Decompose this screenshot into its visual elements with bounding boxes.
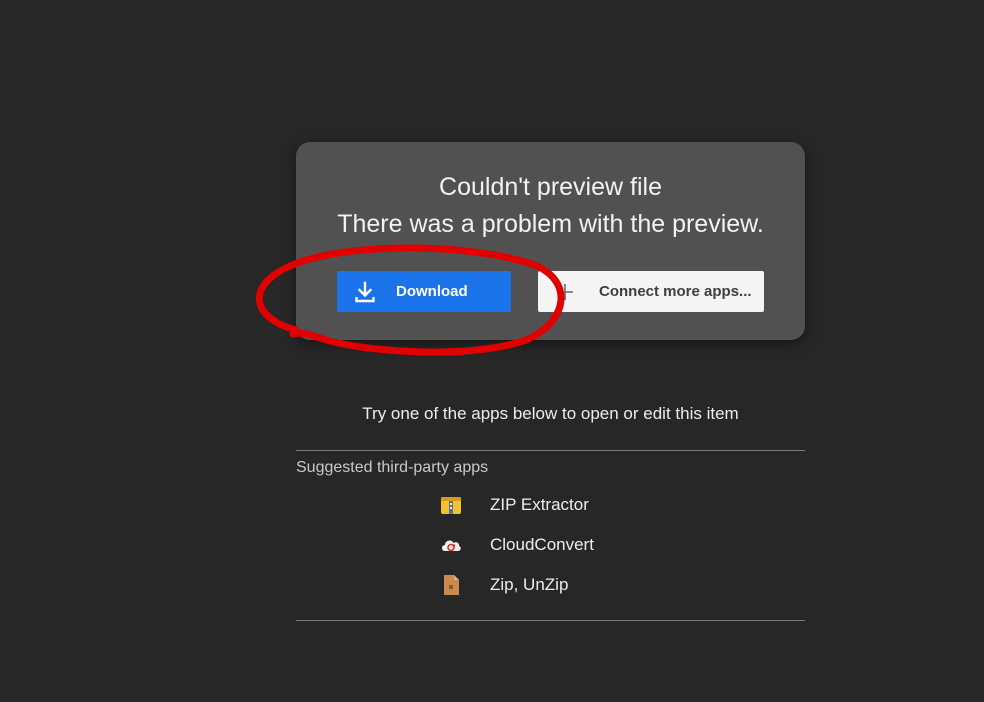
error-subtitle: There was a problem with the preview.: [337, 210, 764, 238]
app-item-zip-extractor[interactable]: ZIP Extractor: [438, 492, 698, 518]
connect-more-apps-label: Connect more apps...: [599, 283, 752, 300]
app-name: ZIP Extractor: [490, 495, 589, 514]
zip-extractor-icon: [441, 497, 461, 514]
plus-icon: [557, 284, 573, 300]
zip-unzip-icon: [444, 575, 459, 595]
divider: [296, 450, 805, 451]
app-name: CloudConvert: [490, 535, 594, 554]
divider: [296, 620, 805, 621]
download-button[interactable]: Download: [337, 271, 511, 312]
app-item-zip-unzip[interactable]: Zip, UnZip: [438, 572, 698, 598]
suggested-apps-heading: Suggested third-party apps: [296, 459, 489, 476]
download-button-label: Download: [396, 283, 468, 300]
error-title: Couldn't preview file: [439, 173, 662, 201]
preview-error-card: Couldn't preview file There was a proble…: [296, 142, 805, 340]
app-name: Zip, UnZip: [490, 575, 569, 594]
download-icon: [355, 281, 375, 303]
connect-more-apps-button[interactable]: Connect more apps...: [538, 271, 764, 312]
apps-prompt: Try one of the apps below to open or edi…: [362, 404, 739, 423]
app-item-cloudconvert[interactable]: CloudConvert: [438, 532, 698, 558]
preview-page: Couldn't preview file There was a proble…: [0, 0, 984, 702]
cloudconvert-icon: [442, 540, 461, 552]
